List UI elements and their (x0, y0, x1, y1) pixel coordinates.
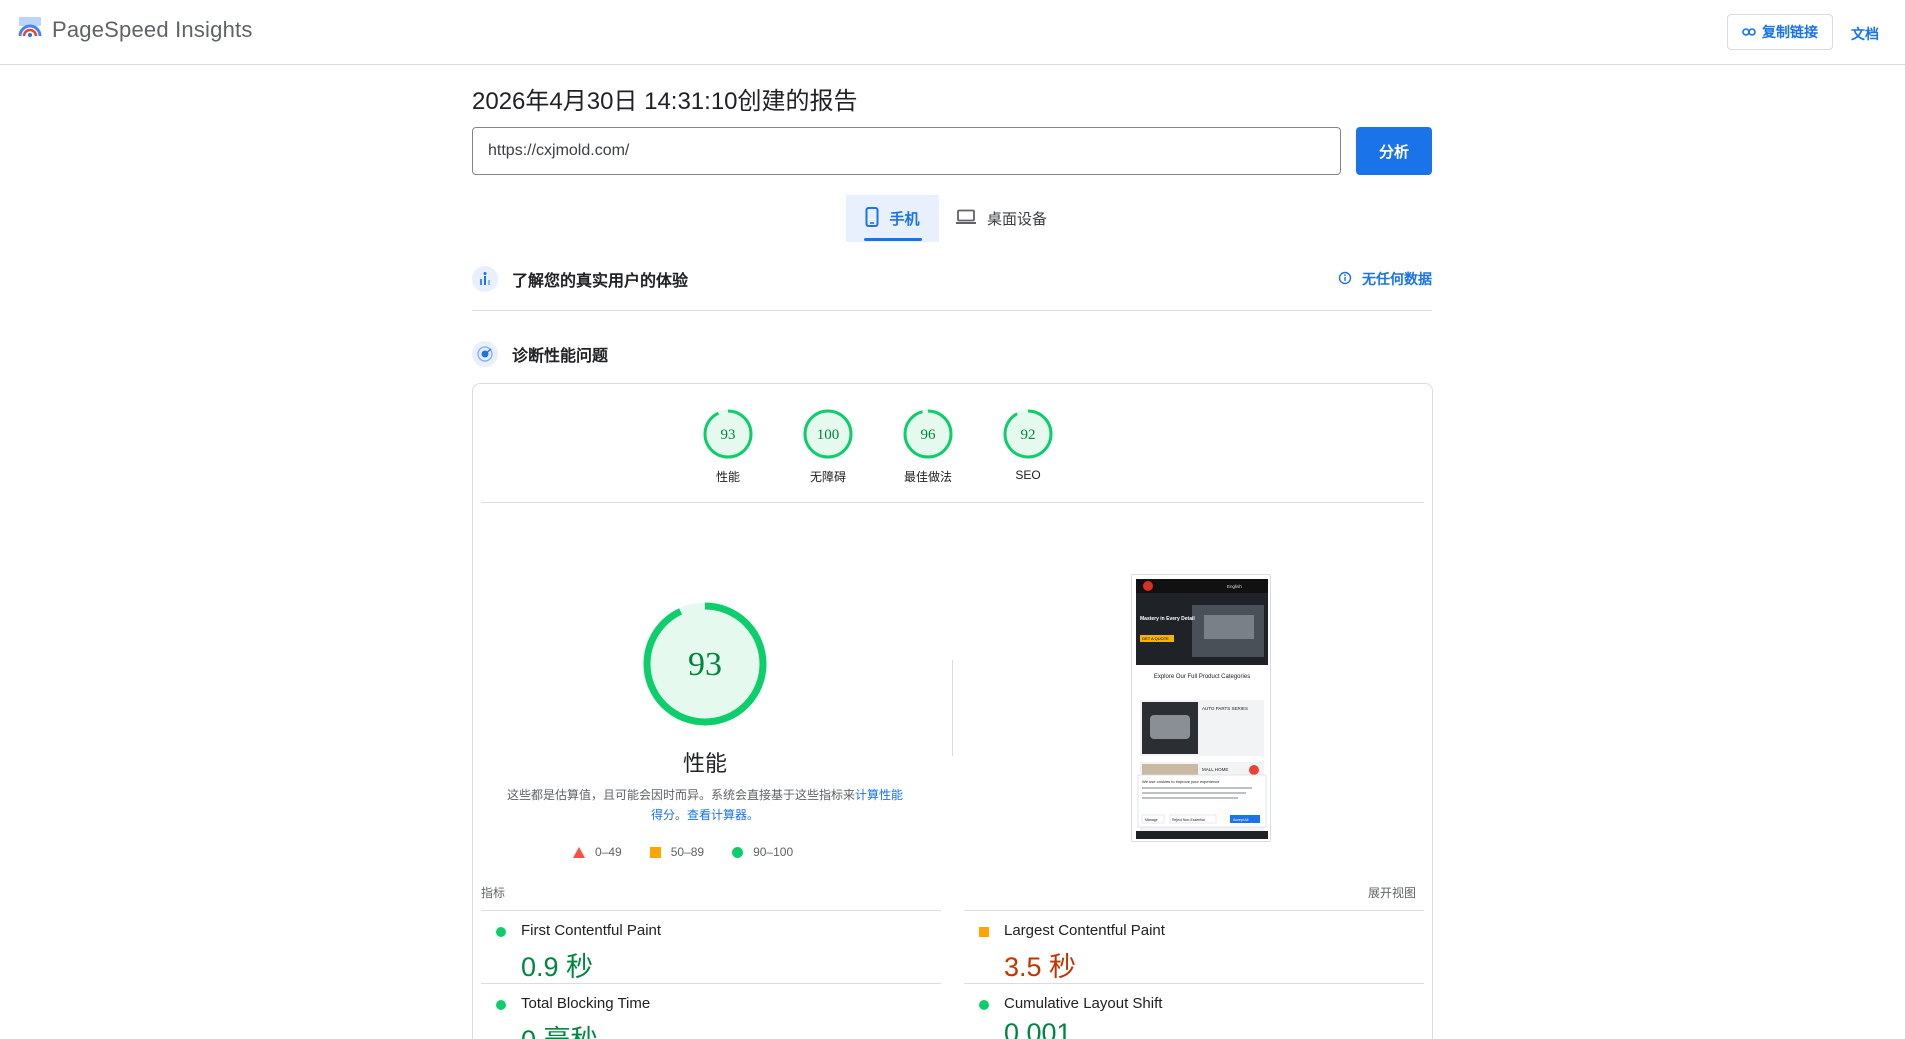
score-gauge-seo[interactable]: 92 SEO (983, 408, 1073, 482)
calculator-link[interactable]: 查看计算器。 (687, 808, 759, 822)
circle-icon (732, 846, 744, 858)
performance-note-text: 这些都是估算值，且可能会因时而异。系统会直接基于这些指标来 (506, 788, 855, 802)
metric-name: Largest Contentful Paint (1004, 922, 1165, 939)
shot-accept: Accept All (1233, 818, 1249, 822)
docs-link[interactable]: 文档 (1851, 24, 1879, 44)
real-user-title: 了解您的真实用户的体验 (512, 273, 689, 290)
score-label: 无障碍 (809, 470, 846, 484)
phone-icon (865, 206, 879, 231)
active-tab-indicator (864, 238, 922, 241)
lighthouse-icon (472, 341, 498, 367)
gauge-ring: 96 (903, 409, 953, 459)
triangle-icon (573, 846, 585, 858)
tab-mobile[interactable]: 手机 (846, 195, 939, 242)
legend-good: 90–100 (732, 845, 793, 859)
score-legend: 0–49 50–89 90–100 (573, 845, 793, 859)
metric-fcp: First Contentful Paint 0.9 秒 (481, 910, 941, 983)
diagnose-section: 诊断性能问题 (472, 341, 1432, 367)
copy-link-button[interactable]: 复制链接 (1727, 14, 1833, 50)
metric-name: First Contentful Paint (521, 922, 662, 939)
note-separator: 。 (674, 808, 687, 822)
info-icon (1338, 271, 1352, 288)
performance-gauge: 93 (643, 602, 767, 726)
square-icon (649, 846, 661, 858)
top-bar: PageSpeed Insights 复制链接 文档 (0, 0, 1905, 65)
metric-name: Total Blocking Time (521, 995, 651, 1012)
tab-desktop-label: 桌面设备 (987, 211, 1048, 228)
score-value: 92 (1021, 427, 1036, 443)
no-data-label: 无任何数据 (1362, 271, 1432, 287)
metric-value: 0.9 秒 (521, 952, 594, 982)
category-scores: 93 性能 100 无障碍 96 最佳做法 92 SEO (473, 408, 1432, 488)
metric-value: 0.001 (1004, 1018, 1072, 1039)
legend-good-label: 90–100 (753, 845, 794, 859)
no-data-link[interactable]: 无任何数据 (1338, 269, 1432, 289)
people-chart-icon (472, 266, 498, 292)
gauge-ring: 93 (703, 409, 753, 459)
score-value: 96 (921, 427, 937, 443)
analyze-button[interactable]: 分析 (1356, 127, 1432, 175)
performance-score: 93 (688, 646, 722, 683)
expand-view-toggle[interactable]: 展开视图 (1368, 884, 1416, 901)
shot-hero: Mastery in Every Detail (1140, 616, 1195, 622)
metric-name: Cumulative Layout Shift (1004, 995, 1163, 1012)
link-icon (1742, 24, 1756, 40)
real-user-section: 了解您的真实用户的体验 无任何数据 (472, 266, 1432, 292)
score-value: 100 (817, 427, 840, 443)
score-value: 93 (721, 427, 736, 443)
vertical-separator (952, 660, 953, 756)
shot-lang: English (1227, 584, 1242, 589)
section-divider (472, 310, 1432, 311)
shot-card2: MALL HOME (1202, 767, 1228, 772)
shot-reject: Reject Non-Essential (1172, 818, 1205, 822)
shot-manage: Manage (1145, 818, 1158, 822)
shot-cookie-title: We use cookies to improve your experienc… (1142, 779, 1220, 784)
metric-tbt: Total Blocking Time 0 毫秒 (481, 983, 941, 1039)
average-indicator-icon (979, 927, 989, 937)
shot-card1: AUTO PARTS SERIES (1202, 706, 1248, 711)
good-indicator-icon (979, 1000, 989, 1010)
report-title: 2026年4月30日 14:31:10创建的报告 (472, 88, 858, 115)
metric-cls: Cumulative Layout Shift 0.001 (964, 983, 1424, 1039)
tab-desktop[interactable]: 桌面设备 (955, 195, 1047, 242)
shot-explore: Explore Our Full Product Categories (1154, 674, 1250, 680)
legend-average-label: 50–89 (670, 845, 705, 859)
score-gauge-accessibility[interactable]: 100 无障碍 (783, 408, 873, 485)
performance-title: 性能 (682, 751, 727, 776)
tab-mobile-label: 手机 (889, 211, 920, 228)
page-screenshot[interactable]: English Mastery in Every Detail GET A QU… (1131, 574, 1271, 842)
screenshot-image: English Mastery in Every Detail GET A QU… (1132, 575, 1270, 841)
good-indicator-icon (496, 1000, 506, 1010)
legend-average: 50–89 (649, 845, 705, 859)
diagnose-title: 诊断性能问题 (512, 348, 609, 365)
metric-value: 0 毫秒 (521, 1018, 598, 1039)
score-label: SEO (1015, 468, 1041, 482)
brand[interactable]: PageSpeed Insights (18, 16, 253, 43)
score-gauge-performance[interactable]: 93 性能 (683, 408, 773, 485)
pagespeed-logo-icon (18, 16, 42, 43)
app-title: PageSpeed Insights (52, 16, 253, 42)
performance-note: 这些都是估算值，且可能会因时而异。系统会直接基于这些指标来计算性能得分。查看计算… (501, 785, 909, 825)
score-label: 性能 (715, 470, 740, 484)
gauge-ring: 92 (1003, 409, 1053, 459)
copy-link-label: 复制链接 (1762, 24, 1818, 40)
legend-poor-label: 0–49 (595, 845, 622, 859)
score-gauge-best-practices[interactable]: 96 最佳做法 (883, 408, 973, 485)
good-indicator-icon (496, 927, 506, 937)
url-input[interactable] (472, 127, 1341, 175)
score-label: 最佳做法 (903, 470, 952, 484)
card-divider (481, 502, 1424, 503)
metric-lcp: Largest Contentful Paint 3.5 秒 (964, 910, 1424, 983)
metrics-label: 指标 (481, 886, 506, 900)
legend-poor: 0–49 (573, 845, 622, 859)
report-card: 93 性能 100 无障碍 96 最佳做法 92 SEO 93 性能 这些都是估… (472, 383, 1433, 1039)
shot-cta: GET A QUOTE (1142, 636, 1169, 641)
gauge-ring: 100 (803, 409, 853, 459)
laptop-icon (955, 209, 977, 229)
metric-value: 3.5 秒 (1004, 952, 1077, 982)
